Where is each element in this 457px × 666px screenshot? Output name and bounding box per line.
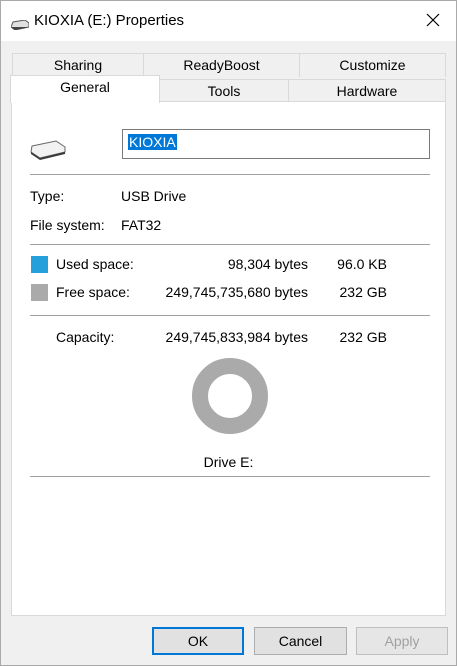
ok-button[interactable]: OK (152, 627, 244, 655)
used-space-bytes: 98,304 bytes (227, 256, 308, 272)
tab-readyboost[interactable]: ReadyBoost (143, 53, 300, 77)
disk-usage-donut-chart (192, 357, 268, 434)
free-space-bytes: 249,745,735,680 bytes (165, 284, 308, 300)
close-icon (426, 13, 440, 30)
apply-button-label: Apply (384, 633, 420, 649)
file-system-label: File system: (30, 217, 105, 233)
divider (30, 244, 430, 245)
used-space-size: 96.0 KB (337, 256, 387, 272)
free-space-label: Free space: (56, 284, 130, 300)
tab-tools[interactable]: Tools (159, 79, 289, 102)
divider (30, 315, 430, 316)
free-space-size: 232 GB (339, 284, 387, 300)
free-space-swatch (31, 284, 48, 301)
free-space-slice (192, 358, 268, 434)
general-panel: KIOXIA Type: USB Drive File system: FAT3… (11, 101, 446, 616)
used-space-label: Used space: (56, 256, 134, 272)
divider (30, 174, 430, 175)
used-space-swatch (31, 256, 48, 273)
capacity-bytes: 249,745,833,984 bytes (165, 329, 308, 345)
tab-hardware[interactable]: Hardware (288, 79, 446, 102)
window-title: KIOXIA (E:) Properties (34, 12, 185, 29)
properties-window: KIOXIA (E:) Properties Sharing ReadyBoos… (0, 0, 457, 666)
divider (30, 476, 430, 477)
tab-general[interactable]: General (10, 75, 160, 103)
capacity-label: Capacity: (56, 329, 115, 345)
usb-drive-icon (30, 140, 66, 163)
tab-customize[interactable]: Customize (299, 53, 446, 77)
cancel-button-label: Cancel (278, 633, 323, 649)
tab-sharing[interactable]: Sharing (12, 53, 144, 77)
capacity-size: 232 GB (339, 329, 387, 345)
type-label: Type: (30, 188, 65, 204)
usb-drive-icon (10, 17, 30, 33)
drive-name-value: KIOXIA (128, 134, 177, 150)
title-bar: KIOXIA (E:) Properties (1, 1, 456, 41)
drive-label: Drive E: (203, 454, 254, 470)
apply-button[interactable]: Apply (356, 627, 448, 655)
file-system-value: FAT32 (121, 217, 162, 233)
type-value: USB Drive (121, 188, 187, 204)
drive-name-input[interactable]: KIOXIA (122, 129, 430, 159)
close-button[interactable] (410, 1, 456, 41)
ok-button-label: OK (187, 633, 209, 649)
cancel-button[interactable]: Cancel (254, 627, 347, 655)
